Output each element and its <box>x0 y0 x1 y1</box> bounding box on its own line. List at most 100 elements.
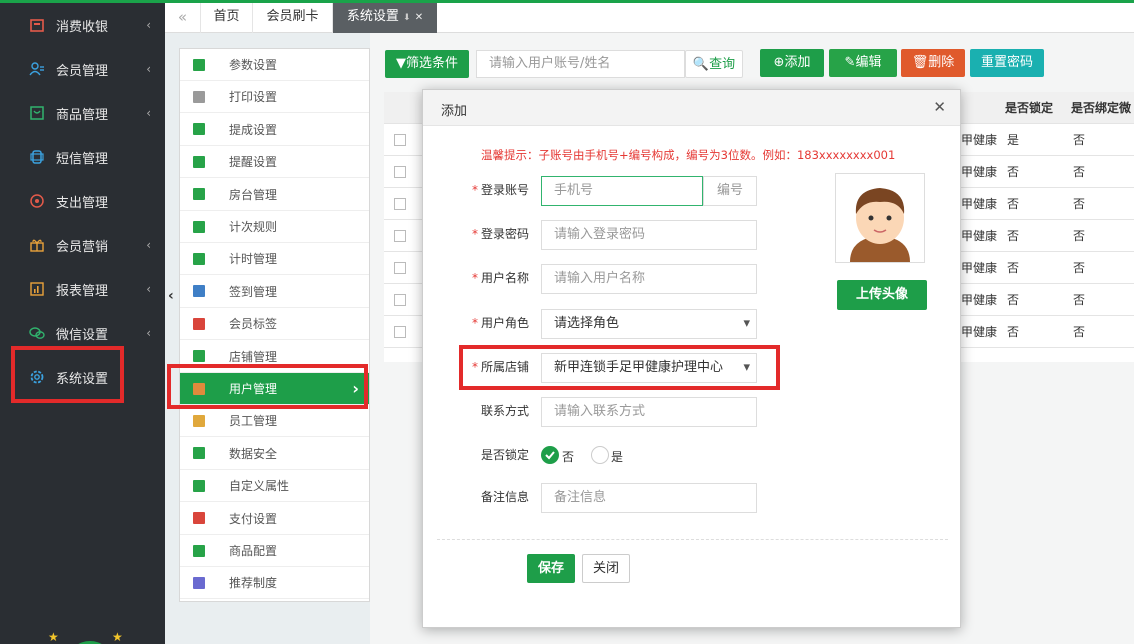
settings-submenu: 参数设置 打印设置 提成设置 提醒设置 房台管理 计次规则 计时管理 签到管理 会员标签 店铺管理… <box>179 48 370 602</box>
hint-text: 温馨提示：子账号由手机号+编号构成，编号为3位数。例如：183xxxxxxxx0… <box>481 148 896 162</box>
sidebar-item-label: 会员营销 <box>56 239 109 255</box>
row-checkbox[interactable] <box>394 262 406 274</box>
row-checkbox[interactable] <box>394 326 406 338</box>
submenu-item[interactable]: 推荐制度 <box>180 567 369 600</box>
table-cell-bound: 否 <box>1073 293 1086 307</box>
edit-button[interactable]: ✎编辑 <box>829 49 897 77</box>
submenu-item[interactable]: 支付设置 <box>180 503 369 535</box>
submenu-item-icon <box>193 479 205 492</box>
password-input[interactable]: 请输入登录密码 <box>541 220 757 250</box>
tab-label: 系统设置 <box>346 9 399 24</box>
close-icon[interactable]: ✕ <box>415 12 423 23</box>
add-button[interactable]: ⊕添加 <box>760 49 824 77</box>
submenu-item[interactable]: 员工管理 <box>180 405 369 438</box>
submenu-item[interactable]: 数据安全 <box>180 438 369 470</box>
role-label: * 用户角色 <box>471 316 529 330</box>
submenu-item-label: 商品配置 <box>229 544 278 558</box>
role-select[interactable]: 请选择角色 ▾ <box>541 309 757 339</box>
avatar-preview <box>835 173 925 263</box>
sidebar-item-label: 会员管理 <box>56 63 109 79</box>
table-cell-bound: 否 <box>1073 133 1086 147</box>
dialog-header: 添加 ✕ <box>423 90 960 126</box>
submenu-item[interactable]: 提醒设置 <box>180 146 369 179</box>
submenu-item[interactable]: 提成设置 <box>180 114 369 146</box>
tab-system-settings[interactable]: 系统设置 ⬇ ✕ <box>333 3 437 33</box>
sidebar-item-reports[interactable]: 报表管理 ‹ <box>0 267 165 311</box>
table-cell-store: 甲健康 <box>961 133 998 147</box>
row-checkbox[interactable] <box>394 198 406 210</box>
submenu-item-icon <box>193 123 205 136</box>
submenu-item-icon <box>193 188 205 201</box>
submenu-item-icon <box>193 414 205 427</box>
account-number-addon: 编号 <box>703 176 757 206</box>
chevron-left-icon: ‹ <box>146 326 151 340</box>
sidebar-item-sms[interactable]: 短信管理 <box>0 135 165 179</box>
table-cell-bound: 否 <box>1073 197 1086 211</box>
username-input[interactable]: 请输入用户名称 <box>541 264 757 294</box>
filter-button[interactable]: ▼筛选条件 <box>385 50 469 78</box>
submenu-item[interactable]: 参数设置 <box>180 49 369 81</box>
password-label: * 登录密码 <box>471 227 529 241</box>
cashier-icon <box>28 17 46 33</box>
chevron-left-icon: ‹ <box>146 18 151 32</box>
table-cell-store: 甲健康 <box>961 165 998 179</box>
submenu-item[interactable]: 会员标签 <box>180 308 369 341</box>
submenu-item[interactable]: 计次规则 <box>180 211 369 243</box>
submenu-item[interactable]: 商品配置 <box>180 535 369 567</box>
tab-bar: « 首页 会员刷卡 系统设置 ⬇ ✕ <box>165 3 1134 33</box>
highlight-box-system-settings <box>11 346 124 403</box>
submenu-item-label: 会员标签 <box>229 317 278 332</box>
delete-button[interactable]: 🗑删除 <box>901 49 965 77</box>
sidebar-item-expense[interactable]: 支出管理 <box>0 179 165 223</box>
sms-icon <box>28 149 46 165</box>
close-icon[interactable]: ✕ <box>933 98 946 116</box>
lock-no-radio[interactable] <box>541 446 559 464</box>
submenu-item-icon <box>193 252 205 265</box>
submenu-item-icon <box>193 576 205 589</box>
sidebar-item-members[interactable]: 会员管理 ‹ <box>0 47 165 91</box>
tab-home[interactable]: 首页 <box>201 3 253 33</box>
submenu-item[interactable]: 签到管理 <box>180 276 369 308</box>
remark-input[interactable]: 备注信息 <box>541 483 757 513</box>
account-phone-input[interactable]: 手机号 <box>541 176 703 206</box>
contact-label: 联系方式 <box>480 404 529 418</box>
close-button[interactable]: 关闭 <box>582 554 630 583</box>
sidebar-item-goods[interactable]: 商品管理 ‹ <box>0 91 165 135</box>
query-button[interactable]: 🔍查询 <box>685 50 743 78</box>
submenu-item[interactable]: 打印设置 <box>180 81 369 114</box>
submenu-item[interactable]: 自定义属性 <box>180 470 369 503</box>
table-cell-locked: 是 <box>1007 133 1020 147</box>
lock-yes-radio[interactable] <box>591 446 609 464</box>
tabs-scroll-left-button[interactable]: « <box>165 3 201 33</box>
chevron-left-icon: ‹ <box>146 62 151 76</box>
pin-icon[interactable]: ⬇ <box>403 13 411 23</box>
collapse-submenu-button[interactable]: ‹ <box>168 288 180 304</box>
search-input[interactable]: 请输入用户账号/姓名 <box>476 50 685 78</box>
submenu-item[interactable]: 计时管理 <box>180 243 369 276</box>
upload-avatar-button[interactable]: 上传头像 <box>837 280 927 310</box>
dialog-divider <box>437 539 948 540</box>
row-checkbox[interactable] <box>394 166 406 178</box>
svg-text:★: ★ <box>112 630 123 644</box>
save-button[interactable]: 保存 <box>527 554 575 583</box>
submenu-item-icon <box>193 317 205 330</box>
members-icon <box>28 61 46 77</box>
table-cell-bound: 否 <box>1073 165 1086 179</box>
sidebar-item-cashier[interactable]: 消费收银 ‹ <box>0 3 165 47</box>
sidebar-item-marketing[interactable]: 会员营销 ‹ <box>0 223 165 267</box>
tab-member-card[interactable]: 会员刷卡 <box>253 3 333 33</box>
sidebar-item-label: 商品管理 <box>56 107 109 123</box>
submenu-item-label: 打印设置 <box>229 90 278 105</box>
mascot-decoration: ★ ★ <box>48 629 168 644</box>
row-checkbox[interactable] <box>394 134 406 146</box>
submenu-item[interactable]: 房台管理 <box>180 179 369 211</box>
contact-input[interactable]: 请输入联系方式 <box>541 397 757 427</box>
expense-icon <box>28 193 46 209</box>
table-cell-bound: 否 <box>1073 229 1086 243</box>
submenu-item-icon <box>193 285 205 298</box>
svg-text:★: ★ <box>48 630 59 644</box>
reset-password-button[interactable]: 重置密码 <box>970 49 1044 77</box>
row-checkbox[interactable] <box>394 230 406 242</box>
row-checkbox[interactable] <box>394 294 406 306</box>
submenu-item-icon <box>193 512 205 525</box>
